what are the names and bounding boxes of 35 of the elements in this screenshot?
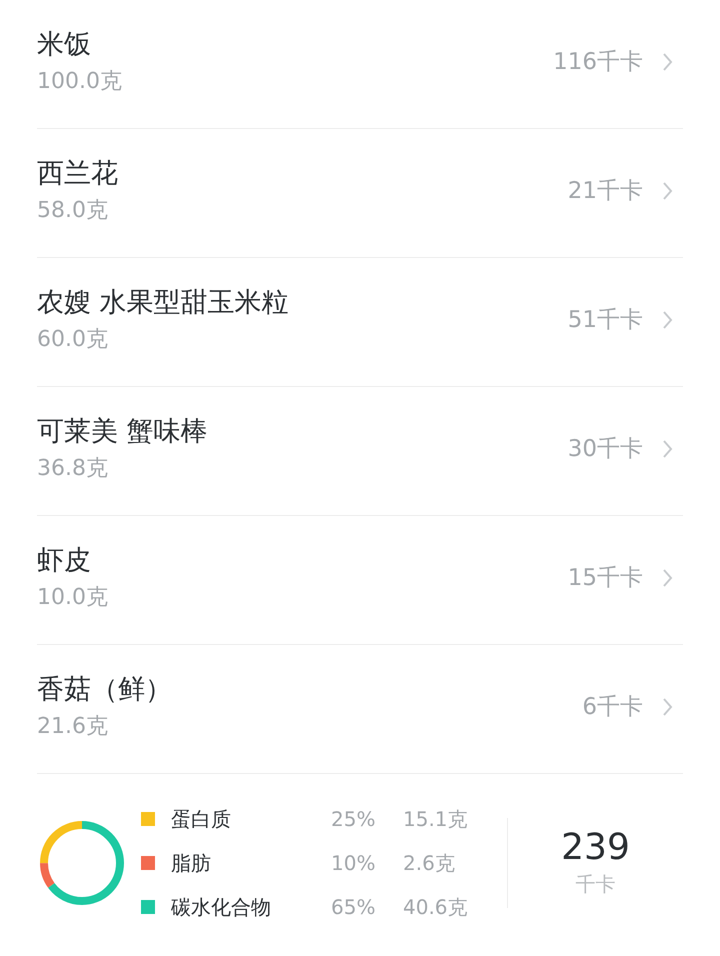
food-amount: 36.8克 (37, 455, 109, 483)
nutrient-amount: 15.1克 (403, 806, 469, 833)
calories: 116千卡 (553, 48, 643, 77)
calories: 51千卡 (568, 306, 643, 335)
calories: 30千卡 (568, 434, 643, 464)
chevron-icon[interactable] (663, 53, 673, 71)
food-amount: 21.6克 (37, 713, 109, 741)
nutrient-name: 碳水化合物 (171, 894, 272, 921)
total-calories: 239 (561, 827, 630, 869)
food-name: 香菇（鲜） (37, 673, 172, 707)
food-name: 虾皮 (37, 544, 92, 578)
nutrient-amount: 40.6克 (403, 894, 469, 921)
food-amount: 58.0克 (37, 197, 109, 225)
chevron-icon[interactable] (663, 569, 673, 587)
food-name: 米饭 (37, 28, 92, 62)
nutrient-amount: 2.6克 (403, 850, 456, 877)
calories: 21千卡 (568, 176, 643, 206)
nutrient-name: 蛋白质 (171, 806, 232, 833)
total-unit: 千卡 (576, 871, 616, 898)
nutrient-name: 脂肪 (171, 850, 212, 877)
food-name: 可莱美 蟹味棒 (37, 415, 208, 449)
food-amount: 100.0克 (37, 68, 122, 96)
food-amount: 60.0克 (37, 326, 109, 354)
calories: 6千卡 (582, 692, 643, 722)
chevron-icon[interactable] (663, 182, 673, 200)
nutrient-percent: 65% (331, 894, 376, 921)
chevron-icon[interactable] (663, 698, 673, 716)
calories: 15千卡 (568, 564, 643, 593)
nutrient-percent: 10% (331, 850, 376, 877)
nutrient-percent: 25% (331, 806, 376, 833)
food-name: 西兰花 (37, 157, 118, 191)
food-name: 农嫂 水果型甜玉米粒 (37, 286, 289, 320)
food-amount: 10.0克 (37, 584, 108, 612)
chevron-icon[interactable] (663, 440, 673, 458)
chevron-icon[interactable] (663, 311, 673, 329)
